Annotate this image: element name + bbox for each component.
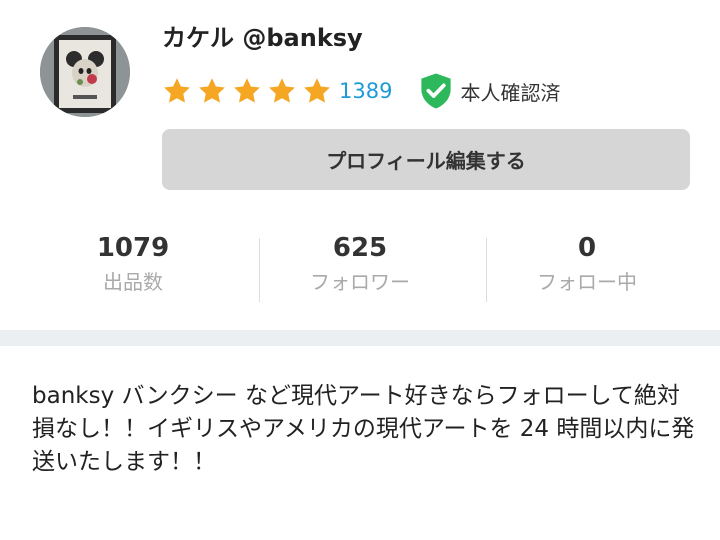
- rating-stars: [162, 76, 337, 106]
- verified-label: 本人確認済: [460, 80, 561, 105]
- stat-followers-label: フォロワー: [310, 270, 410, 294]
- star-icon: [269, 78, 295, 103]
- star-icon: [164, 78, 190, 103]
- star-icon: [234, 78, 260, 103]
- star-icon: [199, 78, 225, 103]
- rating-row: 1389 本人確認済: [162, 73, 561, 109]
- stat-followers-value: 625: [332, 233, 388, 263]
- stat-following-value: 0: [577, 233, 597, 263]
- stat-following-label: フォロー中: [537, 270, 637, 294]
- star-icon: [304, 78, 330, 103]
- stat-following[interactable]: 0 フォロー中: [467, 230, 707, 296]
- shield-check-icon: [421, 73, 452, 109]
- stat-followers[interactable]: 625 フォロワー: [240, 230, 480, 296]
- avatar[interactable]: [40, 27, 130, 117]
- stat-listings-label: 出品数: [103, 270, 163, 294]
- stat-listings[interactable]: 1079 出品数: [13, 230, 253, 296]
- edit-profile-button[interactable]: プロフィール編集する: [162, 129, 690, 190]
- profile-display-name: カケル @banksy: [162, 24, 363, 52]
- stat-listings-value: 1079: [96, 233, 170, 263]
- rating-count-link[interactable]: 1389: [339, 79, 392, 103]
- stats-bar: 1079 出品数 625 フォロワー 0 フォロー中: [0, 230, 720, 305]
- framed-art-avatar-image: [40, 27, 130, 117]
- section-separator: [0, 330, 720, 346]
- profile-bio: banksy バンクシー など現代アート好きならフォローして絶対損なし！！イギリ…: [32, 383, 695, 475]
